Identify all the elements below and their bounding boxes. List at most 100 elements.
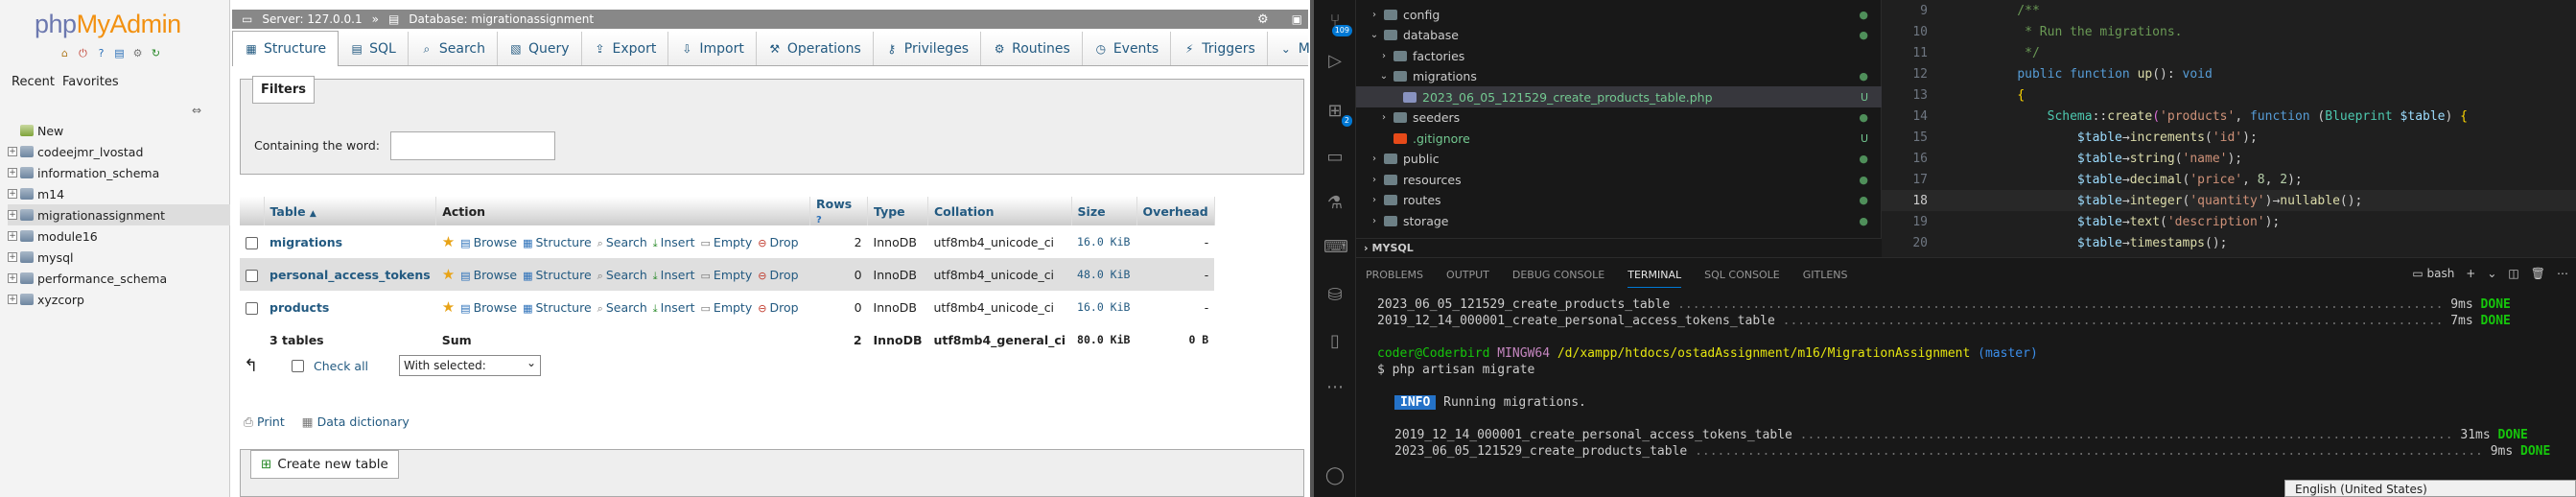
- recent-tab[interactable]: Recent: [12, 73, 55, 91]
- database-item[interactable]: + codeejmr_lvostad: [8, 141, 230, 162]
- explorer-item[interactable]: ⌄ migrations ●: [1356, 66, 1882, 87]
- action-structure[interactable]: ▦ Structure: [523, 300, 592, 315]
- action-empty[interactable]: ▭ Empty: [701, 268, 753, 282]
- tab-operations[interactable]: ⚒ Operations: [757, 32, 874, 65]
- header-size[interactable]: Size: [1071, 197, 1137, 225]
- table-name-link[interactable]: migrations: [269, 235, 342, 249]
- chevron-down-icon[interactable]: ⌄: [2487, 267, 2496, 280]
- tab-import[interactable]: ⇩ Import: [668, 32, 757, 65]
- header-table[interactable]: Table ▲: [264, 197, 437, 225]
- reload-icon[interactable]: ↻: [149, 46, 163, 60]
- help-icon[interactable]: ?: [94, 46, 108, 60]
- action-drop[interactable]: ⊖ Drop: [758, 300, 798, 315]
- file-icon[interactable]: ▯: [1323, 330, 1347, 353]
- explorer-item[interactable]: › routes ●: [1356, 190, 1882, 211]
- expand-icon[interactable]: +: [8, 273, 17, 283]
- size-cell[interactable]: 16.0 KiB: [1071, 291, 1137, 323]
- database-item[interactable]: + xyzcorp: [8, 289, 230, 310]
- breadcrumb-database[interactable]: Database: migrationassignment: [409, 12, 594, 26]
- database-icon[interactable]: ⛁: [1323, 284, 1347, 307]
- mysql-section[interactable]: › MYSQL: [1356, 238, 1882, 257]
- panel-tab-terminal[interactable]: TERMINAL: [1628, 269, 1682, 288]
- action-structure[interactable]: ▦ Structure: [523, 235, 592, 249]
- panel-tab-sql-console[interactable]: SQL CONSOLE: [1704, 269, 1780, 281]
- row-checkbox[interactable]: [246, 301, 258, 315]
- testing-icon[interactable]: ⚗: [1323, 192, 1347, 215]
- terminal-shell-label[interactable]: ▭ bash: [2412, 267, 2454, 280]
- expand-icon[interactable]: +: [8, 252, 17, 262]
- action-search[interactable]: ⌕ Search: [597, 235, 647, 249]
- docs-icon[interactable]: ▤: [112, 46, 127, 60]
- action-browse[interactable]: ▤ Browse: [460, 268, 517, 282]
- new-terminal-icon[interactable]: +: [2466, 267, 2475, 280]
- panel-tab-debug-console[interactable]: DEBUG CONSOLE: [1512, 269, 1604, 281]
- favorite-star-icon[interactable]: ★: [442, 233, 455, 250]
- panel-tab-problems[interactable]: PROBLEMS: [1366, 269, 1423, 281]
- breadcrumb-server[interactable]: Server: 127.0.0.1: [262, 12, 362, 26]
- action-browse[interactable]: ▤ Browse: [460, 235, 517, 249]
- header-overhead[interactable]: Overhead: [1136, 197, 1215, 225]
- explorer-item[interactable]: ⌄ database ●: [1356, 25, 1882, 46]
- check-all-label[interactable]: Check all: [314, 359, 368, 373]
- source-control-icon[interactable]: ⑂ 109: [1323, 10, 1352, 36]
- action-search[interactable]: ⌕ Search: [597, 268, 647, 282]
- tab-triggers[interactable]: ⚡ Triggers: [1171, 32, 1268, 65]
- expand-icon[interactable]: +: [8, 231, 17, 241]
- filter-text-input[interactable]: [390, 131, 555, 160]
- header-collation[interactable]: Collation: [927, 197, 1072, 225]
- tab-export[interactable]: ⇪ Export: [582, 32, 669, 65]
- settings-icon[interactable]: ⚙: [130, 46, 145, 60]
- database-item[interactable]: + performance_schema: [8, 268, 230, 289]
- code-editor[interactable]: 9 /** 10 * Run the migrations. 11 */ 12 …: [1882, 0, 2576, 257]
- run-debug-icon[interactable]: ▷: [1323, 50, 1347, 73]
- tab-events[interactable]: ◷ Events: [1083, 32, 1172, 65]
- explorer-item[interactable]: › config ●: [1356, 4, 1882, 25]
- gear-icon[interactable]: ⚙: [1257, 12, 1269, 27]
- action-empty[interactable]: ▭ Empty: [701, 300, 753, 315]
- tab-query[interactable]: ▧ Query: [498, 32, 582, 65]
- table-name-link[interactable]: products: [269, 300, 329, 315]
- tab-routines[interactable]: ⚙ Routines: [981, 32, 1083, 65]
- tab-structure[interactable]: ▦ Structure: [232, 31, 340, 66]
- size-cell[interactable]: 48.0 KiB: [1071, 258, 1137, 291]
- explorer-item[interactable]: › storage ●: [1356, 210, 1882, 231]
- action-insert[interactable]: ⤓ Insert: [653, 300, 695, 315]
- row-checkbox[interactable]: [246, 236, 258, 249]
- expand-icon[interactable]: +: [8, 147, 17, 156]
- action-search[interactable]: ⌕ Search: [597, 300, 647, 315]
- collapse-all-icon[interactable]: ⇔: [192, 104, 201, 117]
- favorite-star-icon[interactable]: ★: [442, 298, 455, 316]
- favorites-tab[interactable]: Favorites: [62, 73, 119, 91]
- action-browse[interactable]: ▤ Browse: [460, 300, 517, 315]
- terminal-icon[interactable]: ⌨: [1323, 236, 1348, 259]
- split-terminal-icon[interactable]: ◫: [2508, 267, 2518, 280]
- more-icon[interactable]: ⋯: [1323, 376, 1347, 399]
- explorer-item[interactable]: › seeders ●: [1356, 107, 1882, 129]
- table-name-link[interactable]: personal_access_tokens: [269, 268, 431, 282]
- account-icon[interactable]: ◯: [1323, 464, 1347, 487]
- expand-icon[interactable]: +: [8, 168, 17, 178]
- action-structure[interactable]: ▦ Structure: [523, 268, 592, 282]
- print-link[interactable]: ⎙ Print: [244, 414, 285, 430]
- data-dictionary-link[interactable]: ▦ Data dictionary: [302, 414, 410, 430]
- new-database-item[interactable]: New: [8, 120, 230, 141]
- database-item[interactable]: + migrationassignment: [8, 204, 230, 225]
- panel-tab-gitlens[interactable]: GITLENS: [1803, 269, 1848, 281]
- database-item[interactable]: + information_schema: [8, 162, 230, 183]
- database-item[interactable]: + m14: [8, 183, 230, 204]
- explorer-item[interactable]: › factories: [1356, 45, 1882, 66]
- trash-icon[interactable]: 🗑: [2531, 267, 2545, 280]
- explorer-item[interactable]: .gitignore U: [1356, 128, 1882, 149]
- header-type[interactable]: Type: [867, 197, 928, 225]
- logout-icon[interactable]: ⏻: [76, 46, 90, 60]
- explorer-item[interactable]: › resources ●: [1356, 169, 1882, 190]
- tab-sql[interactable]: ▤ SQL: [339, 32, 409, 65]
- expand-icon[interactable]: +: [8, 295, 17, 304]
- tab-search[interactable]: ⌕ Search: [409, 32, 498, 65]
- favorite-star-icon[interactable]: ★: [442, 266, 455, 283]
- extensions-icon[interactable]: ⊞ 2: [1323, 100, 1352, 127]
- expand-icon[interactable]: +: [8, 189, 17, 199]
- check-all-checkbox[interactable]: [292, 359, 304, 372]
- explorer-item[interactable]: 2023_06_05_121529_create_products_table.…: [1356, 86, 1882, 107]
- explorer-item[interactable]: › public ●: [1356, 149, 1882, 170]
